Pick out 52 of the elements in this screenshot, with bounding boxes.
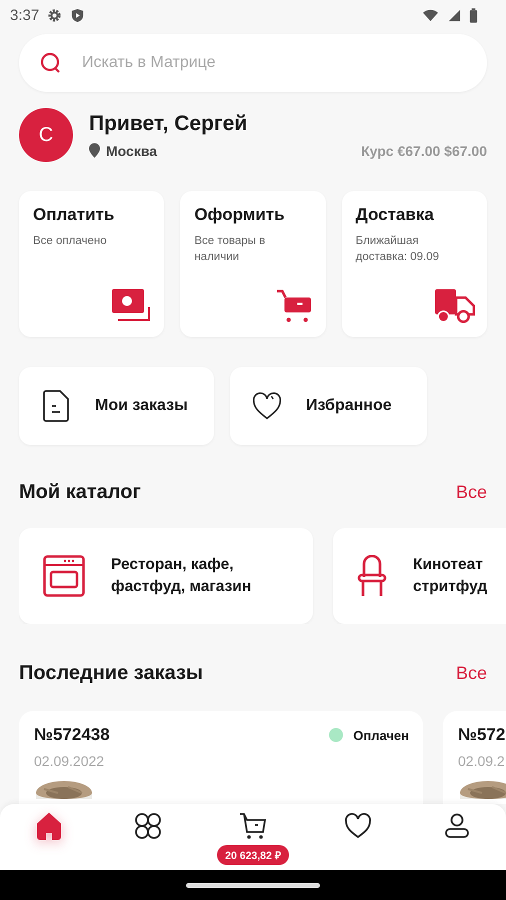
shield-icon [70,8,86,22]
catalog-card-title: Ресторан, кафе, фастфуд, магазин [111,555,252,597]
search-field[interactable]: Искать в Матрице [19,34,487,92]
see-all-link[interactable]: Все [456,663,487,684]
home-indicator[interactable] [186,882,320,888]
order-number: №572 [458,725,506,745]
greeting: Привет, Сергей [89,112,248,136]
signal-icon [446,8,461,22]
banknote-icon [112,289,152,323]
grid-icon [134,812,162,840]
catalog-card-title: Кинотеат стритфуд [413,555,488,597]
truck-icon [434,289,475,323]
battery-icon [469,8,478,22]
oven-icon [43,555,85,597]
exchange-rate: Курс €67.00 $67.00 [361,142,487,158]
quick-link[interactable]: Избранное [230,367,427,445]
home-icon [35,812,64,840]
card-subtitle: Все товары в наличии [194,234,266,265]
card-title: Доставка [356,205,435,225]
order-date: 02.09.2 [458,753,506,769]
card-subtitle: Все оплачено [33,234,108,249]
profile-icon [442,812,470,840]
card-subtitle: Ближайшая доставка: 09.09 [356,234,440,265]
action-card[interactable]: Оформить Все товары в наличии [180,191,326,337]
gear-icon [47,8,62,22]
card-title: Оплатить [33,205,116,225]
action-card[interactable]: Оплатить Все оплачено [19,191,164,337]
section-title: Последние заказы [19,662,203,685]
wifi-icon [423,8,438,22]
order-card[interactable]: №572 02.09.2 [443,711,506,804]
nav-tab[interactable]: 20 623,82 ₽ [217,812,289,865]
avatar[interactable]: С [19,108,73,162]
heart-icon [344,812,372,840]
order-status: Оплачен [353,728,409,742]
action-card[interactable]: Доставка Ближайшая доставка: 09.09 [342,191,487,337]
quick-link[interactable]: Мои заказы [19,367,214,445]
document-icon [41,390,71,422]
catalog-card[interactable]: Кинотеат стритфуд [333,528,506,624]
order-card[interactable]: №572438 Оплачен 02.09.2022 [19,711,423,804]
cart-icon [238,812,267,840]
status-time: 3:37 [10,6,40,24]
card-title: Оформить [194,205,286,225]
see-all-link[interactable]: Все [456,482,487,503]
location-pin-icon [89,143,100,158]
section-title: Мой каталог [19,481,141,504]
heart-icon [252,390,282,422]
cart-total-badge: 20 623,82 ₽ [217,845,289,865]
order-date: 02.09.2022 [34,753,106,769]
chair-icon [357,555,387,597]
order-number: №572438 [34,725,110,745]
catalog-card[interactable]: Ресторан, кафе, фастфуд, магазин [19,528,313,624]
city-label[interactable]: Москва [106,142,158,158]
